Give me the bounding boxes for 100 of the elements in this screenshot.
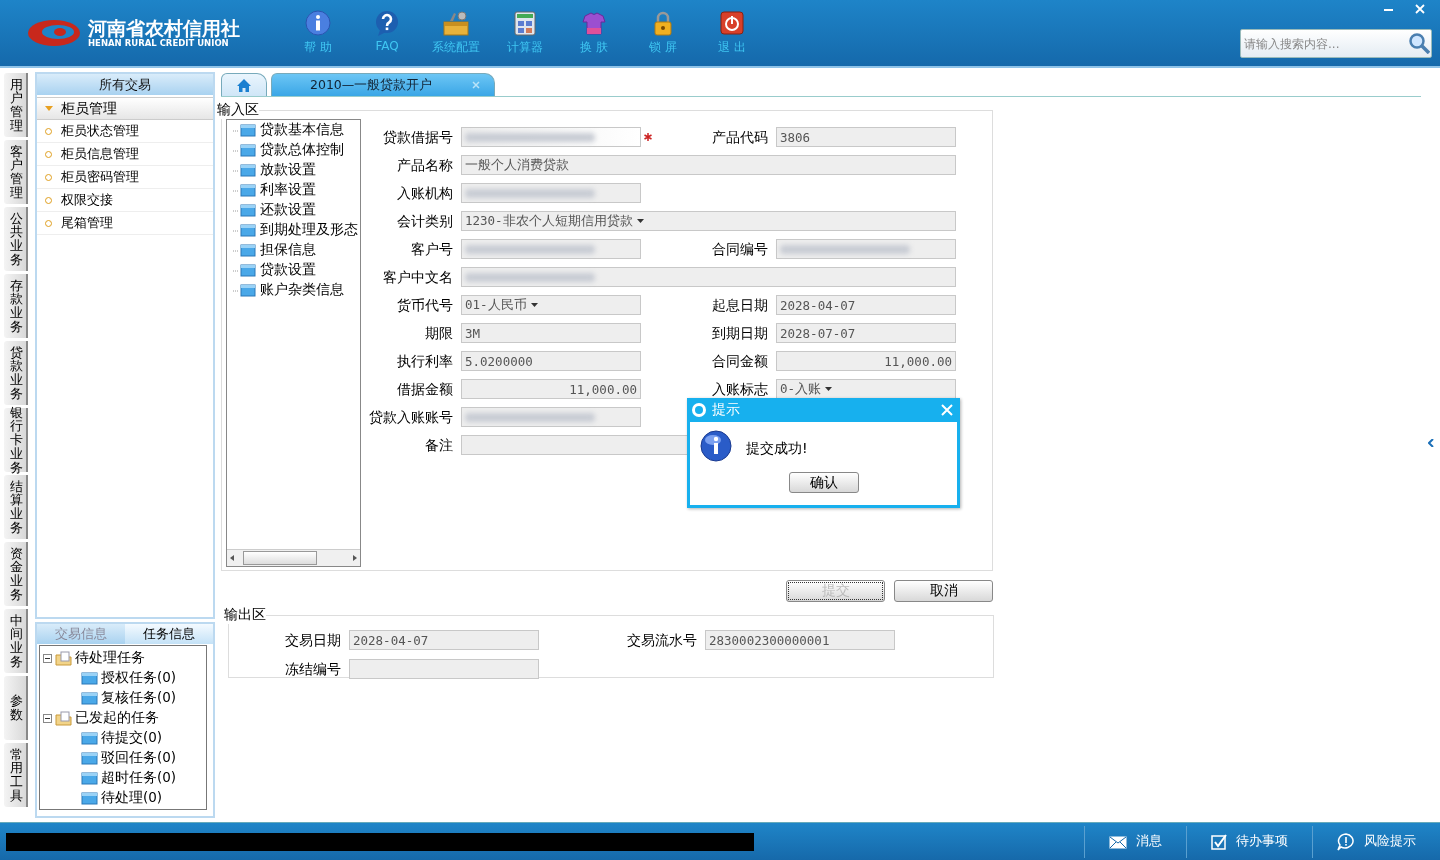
status-button[interactable]: 风险提示 [1312,825,1440,858]
input-field[interactable]: 2028-04-07 [776,295,956,315]
input-field[interactable] [461,239,641,259]
folder-icon [233,242,256,258]
info-icon [700,430,732,462]
folder-icon [81,750,98,766]
field-label: 交易日期 [284,631,341,650]
menu-item[interactable]: 柜员信息管理 [37,143,213,166]
dropdown-field[interactable]: 0-入账 [776,379,956,399]
side-tab[interactable]: 公共业务 [4,207,28,271]
input-field[interactable]: 3M [461,323,641,343]
folder-icon [55,650,72,666]
folder-icon [81,770,98,786]
tree-item[interactable]: 待提交(0) [101,729,163,747]
folder-icon [233,262,256,278]
collapse-icon[interactable] [43,653,52,663]
side-tab[interactable]: 资金业务 [4,542,28,606]
tree-item[interactable]: 贷款总体控制 [260,141,344,159]
tree-item[interactable]: 授权任务(0) [101,669,177,687]
dialog-message: 提交成功! [746,440,808,458]
input-field[interactable] [461,267,956,287]
logo-icon [26,17,82,49]
horizontal-scrollbar[interactable] [227,549,360,566]
field-label: 产品名称 [396,156,453,175]
side-tab[interactable]: 银行卡业务 [4,408,28,472]
left-arrow-icon [229,554,235,562]
search-field[interactable]: 请输入搜索内容... [1240,29,1432,58]
menu-item[interactable]: 柜员密码管理 [37,166,213,189]
action-button[interactable]: 取消 [894,580,993,602]
field-label: 产品代码 [711,128,768,147]
field-label: 合同编号 [711,240,768,259]
tree-node[interactable]: 已发起的任务 [75,709,159,727]
input-field[interactable] [461,407,641,427]
field-label: 客户号 [410,240,453,259]
field-label: 备注 [424,436,453,455]
panel-tab[interactable]: 任务信息 [125,624,213,644]
input-field[interactable]: 2028-07-07 [776,323,956,343]
page-tab[interactable]: 2010—一般贷款开户 [271,73,496,96]
side-tab[interactable]: 存款业务 [4,274,28,338]
input-field[interactable]: 5.0200000 [461,351,641,371]
field-label: 入账机构 [396,184,453,203]
close-button[interactable] [941,404,953,416]
field-label: 交易流水号 [626,631,697,650]
input-field[interactable]: 11,000.00 [776,351,956,371]
section-title: 输出区 [224,606,266,624]
input-field[interactable]: 3806 [776,127,956,147]
input-field[interactable] [776,239,956,259]
tree-item[interactable]: 利率设置 [260,181,316,199]
side-tab[interactable]: 参数 [4,676,28,740]
field-label: 到期日期 [711,324,768,343]
panel-title: 所有交易 [37,74,213,95]
tree-node[interactable]: 待处理任务 [75,649,145,667]
input-field[interactable]: 2830002300000001 [705,630,895,650]
close-icon[interactable] [472,81,481,89]
folder-icon [81,790,98,806]
dialog-title-bar: 提示 [690,398,957,422]
search-icon[interactable] [1408,32,1430,54]
home-tab[interactable] [221,73,267,96]
menu-item[interactable]: 柜员状态管理 [37,120,213,143]
right-arrow-icon [352,554,358,562]
field-label: 会计类别 [396,212,453,231]
side-tab[interactable]: 客户管理 [4,140,28,204]
tree-item[interactable]: 还款设置 [260,201,316,219]
input-field[interactable] [349,659,539,679]
status-button[interactable]: 消息 [1084,825,1186,858]
side-tab[interactable]: 结算业务 [4,475,28,539]
side-tab[interactable]: 中间业务 [4,609,28,673]
input-field[interactable] [461,183,641,203]
tree-item[interactable]: 放款设置 [260,161,316,179]
side-tab[interactable]: 常用工具 [4,743,28,807]
dropdown-arrow-icon [825,387,833,391]
field-label: 借据金额 [396,380,453,399]
field-label: 期限 [424,324,453,343]
confirm-button[interactable]: 确认 [788,472,859,493]
checkbox-icon [1211,833,1227,850]
menu-item[interactable]: 尾箱管理 [37,212,213,235]
tree-item[interactable]: 担保信息 [260,241,316,259]
input-field[interactable]: 一般个人消费贷款 [461,155,956,175]
field-label: 起息日期 [711,296,768,315]
side-tab[interactable]: 贷款业务 [4,341,28,405]
folder-icon [81,730,98,746]
tree-item[interactable]: 账户杂类信息 [260,281,344,299]
app-icon [691,402,707,418]
input-field[interactable]: 2028-04-07 [349,630,539,650]
tree-item[interactable]: 到期处理及形态 [260,221,358,239]
tree-item[interactable]: 贷款设置 [260,261,316,279]
dropdown-field[interactable]: 1230-非农个人短期信用贷款 [461,211,956,231]
field-label: 合同金额 [711,352,768,371]
tree-item[interactable]: 复核任务(0) [101,689,177,707]
input-field[interactable]: 11,000.00 [461,379,641,399]
tree-item[interactable]: 贷款基本信息 [260,121,344,139]
menu-item[interactable]: 权限交接 [37,189,213,212]
tree-item[interactable]: 待处理(0) [101,789,163,807]
status-button[interactable]: 待办事项 [1186,825,1312,858]
dropdown-field[interactable]: 01-人民币 [461,295,641,315]
collapse-icon[interactable] [43,713,52,723]
tree-item[interactable]: 驳回任务(0) [101,749,177,767]
menu-group[interactable]: 柜员管理 [37,97,213,120]
side-tab[interactable]: 用户管理 [4,73,28,137]
tree-item[interactable]: 超时任务(0) [101,769,177,787]
